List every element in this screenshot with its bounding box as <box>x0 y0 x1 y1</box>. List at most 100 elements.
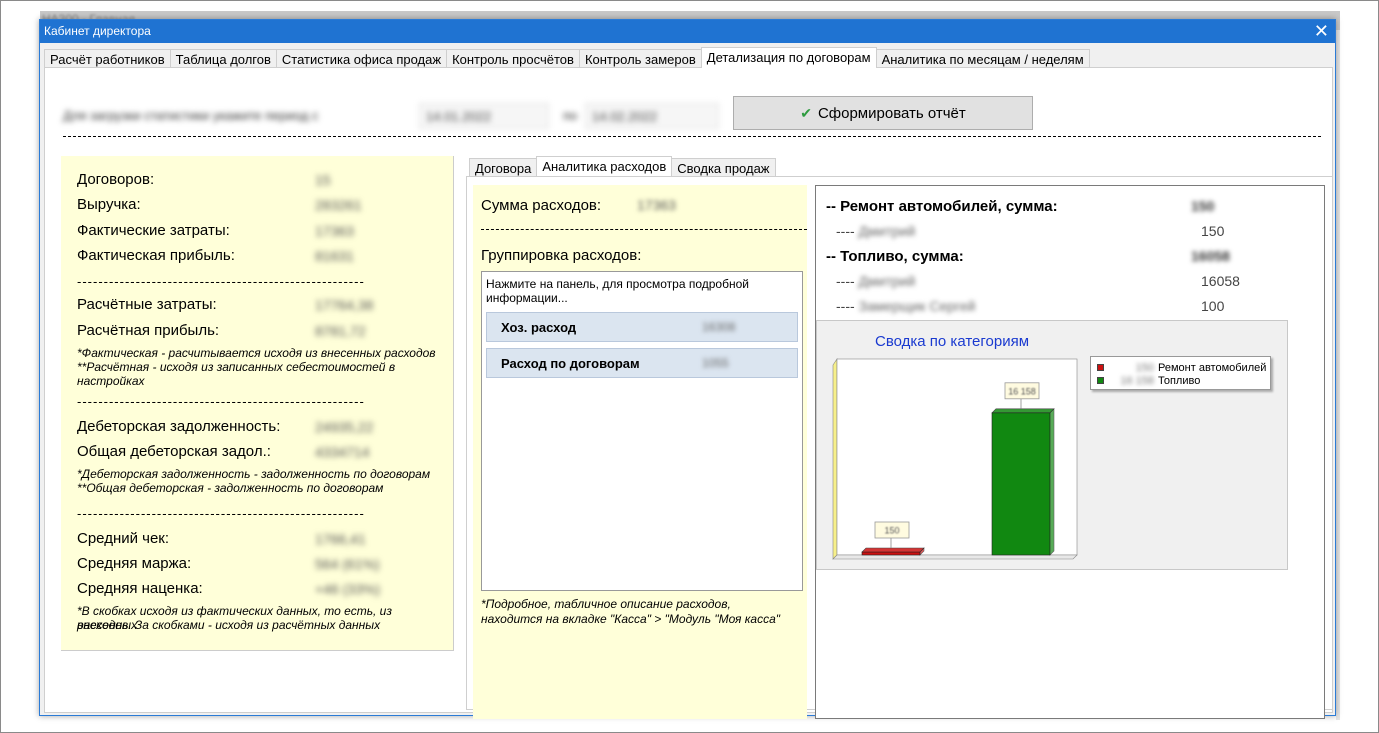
subtab-sales-summary[interactable]: Сводка продаж <box>671 158 776 177</box>
fact-costs-label: Фактические затраты: <box>77 222 230 239</box>
tab-monthly-analytics[interactable]: Аналитика по месяцам / неделям <box>875 49 1090 68</box>
avg-markup-label: Средняя наценка: <box>77 580 203 597</box>
tab-employees-calc[interactable]: Расчёт работников <box>44 49 171 68</box>
dash-prefix: ---- <box>836 273 855 289</box>
tab-sales-office-stats[interactable]: Статистика офиса продаж <box>275 49 448 68</box>
chart-left-wall <box>832 358 838 560</box>
period-label: Для загрузки статистики укажите период с <box>63 108 319 123</box>
expense-group-value: 16308 <box>702 320 736 334</box>
chart-bar-top <box>991 408 1055 414</box>
fact-profit-value: 81631 <box>315 248 354 264</box>
date-to-picker[interactable]: 14.02.2022 <box>585 103 719 129</box>
chart-bar <box>991 412 1051 556</box>
separator-dashes: ----------------------------------------… <box>77 506 365 521</box>
dash-prefix: ---- <box>836 298 855 314</box>
category-summary-chart: Сводка по категориям 150 16 158 150 Ремон… <box>816 320 1288 570</box>
tab-measurements-control[interactable]: Контроль замеров <box>578 49 702 68</box>
note-total-debt: **Общая дебеторская - задолженность по д… <box>77 481 384 495</box>
employee-name: Дмитрий <box>858 273 916 289</box>
category-repair-employee: ---- Дмитрий <box>836 223 915 239</box>
calc-profit-value: 8781,72 <box>315 323 366 339</box>
category-fuel-employee: ---- Дмитрий <box>836 273 915 289</box>
fact-costs-value: 17363 <box>315 223 354 239</box>
total-debt-label: Общая дебеторская задол.: <box>77 443 271 460</box>
category-repair-total: 150 <box>1191 198 1215 214</box>
chart-bar <box>861 551 921 556</box>
chart-bar-side <box>1049 408 1055 556</box>
separator-dashes: ----------------------------------------… <box>77 394 365 409</box>
revenue-value: 283261 <box>315 197 362 213</box>
expense-group-label: Хоз. расход <box>501 320 577 335</box>
tab-contract-details[interactable]: Детализация по договорам <box>700 47 877 68</box>
category-repair-heading: -- Ремонт автомобилей, сумма: <box>826 198 1058 215</box>
legend-value: 150 <box>1135 361 1154 374</box>
employee-name: Замерщик Сергей <box>858 298 976 314</box>
chart-data-label: 16 158 <box>1008 386 1036 396</box>
summary-panel: Договоров: 15 Выручка: 283261 Фактически… <box>61 156 454 651</box>
expense-sum-label: Сумма расходов: <box>481 197 602 214</box>
avg-check-value: 1766,41 <box>315 531 366 547</box>
calc-profit-label: Расчётная прибыль: <box>77 322 220 339</box>
check-icon: ✔ <box>800 104 812 121</box>
legend-swatch <box>1097 364 1104 371</box>
calc-costs-value: 17764,38 <box>315 297 374 313</box>
total-debt-value: 4334714 <box>315 444 370 460</box>
close-icon[interactable]: ✕ <box>1314 21 1329 41</box>
date-to-value: 14.02.2022 <box>592 109 658 124</box>
chart-legend: 150 Ремонт автомобилей 16 158 Топливо <box>1090 356 1271 390</box>
generate-report-button[interactable]: ✔ Сформировать отчёт <box>733 96 1033 130</box>
note-brackets-cont: расходов. За скобками - исходя из расчёт… <box>77 618 381 632</box>
expense-group-label: Расход по договорам <box>501 356 640 371</box>
expense-sum-value: 17363 <box>637 197 676 213</box>
category-repair-employee-value: 150 <box>1201 223 1225 239</box>
expense-grouping-label: Группировка расходов: <box>481 247 642 264</box>
period-to-label: по <box>563 108 578 123</box>
category-fuel-employee-value: 16058 <box>1201 273 1240 289</box>
tab-debts-table[interactable]: Таблица долгов <box>169 49 277 68</box>
generate-report-label: Сформировать отчёт <box>817 104 966 122</box>
date-from-value: 14.01.2022 <box>426 109 492 124</box>
window-title: Кабинет директора <box>44 24 151 38</box>
debt-label: Дебеторская задолженность: <box>77 418 281 435</box>
subtab-expense-analytics[interactable]: Аналитика расходов <box>536 156 673 177</box>
note-debt: *Дебеторская задолженность - задолженнос… <box>77 467 431 481</box>
legend-entry: 150 Ремонт автомобилей <box>1097 361 1266 374</box>
expense-group-contracts[interactable]: Расход по договорам 1055 <box>486 348 798 378</box>
contracts-label: Договоров: <box>77 171 155 188</box>
note-fact: *Фактическая - расчитывается исходя из в… <box>77 346 436 360</box>
chart-bar-top <box>861 547 925 553</box>
category-fuel-total: 16058 <box>1191 248 1230 264</box>
legend-label: Ремонт автомобилей <box>1158 361 1267 374</box>
subtab-contracts[interactable]: Договора <box>469 158 538 177</box>
fact-profit-label: Фактическая прибыль: <box>77 247 235 264</box>
revenue-label: Выручка: <box>77 196 141 213</box>
legend-value: 16 158 <box>1120 374 1154 387</box>
note-settings: настройках <box>77 374 145 388</box>
legend-entry: 16 158 Топливо <box>1097 374 1200 387</box>
expense-analytics-content: Сумма расходов: 17363 Группировка расход… <box>466 176 1333 719</box>
expense-group-list: Нажмите на панель, для просмотра подробн… <box>481 271 803 591</box>
legend-label: Топливо <box>1158 374 1201 387</box>
window-titlebar: Кабинет директора ✕ <box>40 20 1335 43</box>
avg-markup-value: +46 (33%) <box>315 581 380 597</box>
director-cabinet-window: Кабинет директора ✕ Расчёт работников Та… <box>39 19 1336 719</box>
chart-data-label: 150 <box>884 526 899 536</box>
avg-margin-value: 564 (61%) <box>315 556 380 572</box>
employee-name: Дмитрий <box>858 223 916 239</box>
dashed-separator <box>481 229 807 230</box>
calc-costs-label: Расчётные затраты: <box>77 296 217 313</box>
dashed-separator <box>63 136 1321 137</box>
expenses-footnote: *Подробное, табличное описание расходов,… <box>481 597 781 626</box>
debt-value: 24935,22 <box>315 419 374 435</box>
contracts-value: 15 <box>315 172 331 188</box>
date-from-picker[interactable]: 14.01.2022 <box>419 103 549 129</box>
background-app-edge <box>1336 30 1340 720</box>
category-fuel-employee-value: 100 <box>1201 298 1225 314</box>
note-calc: **Расчётная - исходя из записанных себес… <box>77 360 396 374</box>
tab-estimates-control[interactable]: Контроль просчётов <box>446 49 580 68</box>
separator-dashes: ----------------------------------------… <box>77 274 365 289</box>
avg-check-label: Средний чек: <box>77 530 170 547</box>
expense-group-household[interactable]: Хоз. расход 16308 <box>486 312 798 342</box>
expense-list-hint: Нажмите на панель, для просмотра подробн… <box>486 277 749 305</box>
expense-group-value: 1055 <box>702 356 729 370</box>
